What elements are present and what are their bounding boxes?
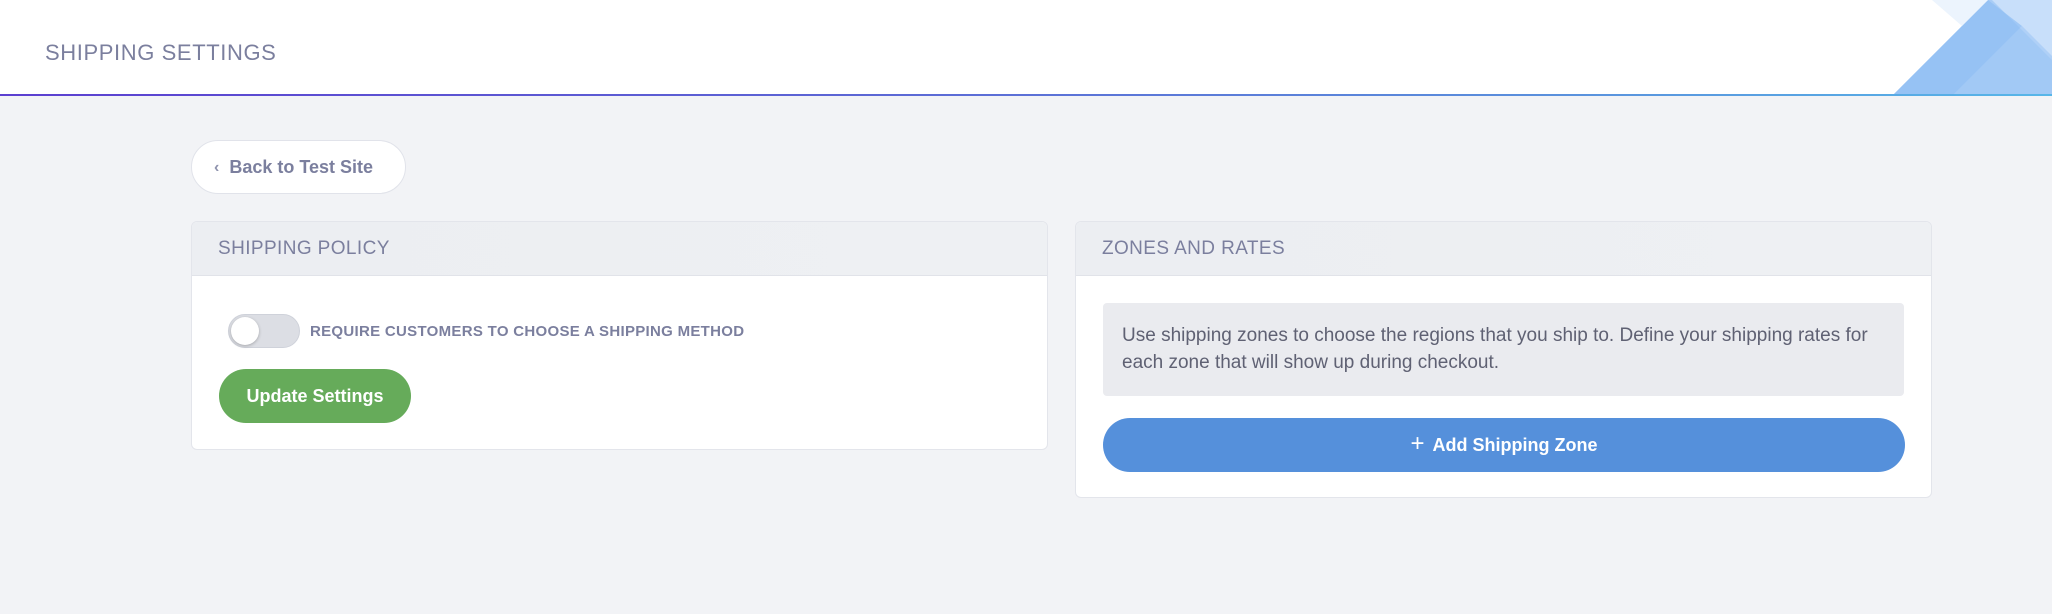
header-gradient-line [0, 94, 2052, 96]
require-shipping-method-label: REQUIRE CUSTOMERS TO CHOOSE A SHIPPING M… [310, 322, 745, 340]
require-shipping-method-row: REQUIRE CUSTOMERS TO CHOOSE A SHIPPING M… [228, 314, 744, 348]
shipping-policy-title: SHIPPING POLICY [192, 222, 1047, 276]
back-to-site-button[interactable]: ‹ Back to Test Site [191, 140, 406, 194]
toggle-knob [231, 317, 259, 345]
back-button-label: Back to Test Site [229, 156, 374, 177]
chevron-left-icon: ‹ [214, 159, 220, 176]
update-settings-button[interactable]: Update Settings [219, 369, 411, 423]
page-title: SHIPPING SETTINGS [45, 40, 277, 65]
add-shipping-zone-label: Add Shipping Zone [1432, 434, 1598, 455]
add-shipping-zone-button[interactable]: + Add Shipping Zone [1103, 418, 1905, 472]
plus-icon: + [1410, 430, 1425, 457]
zones-and-rates-title: ZONES AND RATES [1076, 222, 1931, 276]
zones-and-rates-card: ZONES AND RATES Use shipping zones to ch… [1075, 221, 1932, 498]
require-shipping-method-toggle[interactable] [228, 314, 300, 348]
zones-description: Use shipping zones to choose the regions… [1103, 303, 1904, 396]
top-header: SHIPPING SETTINGS [0, 0, 2052, 96]
header-decoration [1892, 0, 2052, 96]
shipping-policy-card: SHIPPING POLICY REQUIRE CUSTOMERS TO CHO… [191, 221, 1048, 450]
